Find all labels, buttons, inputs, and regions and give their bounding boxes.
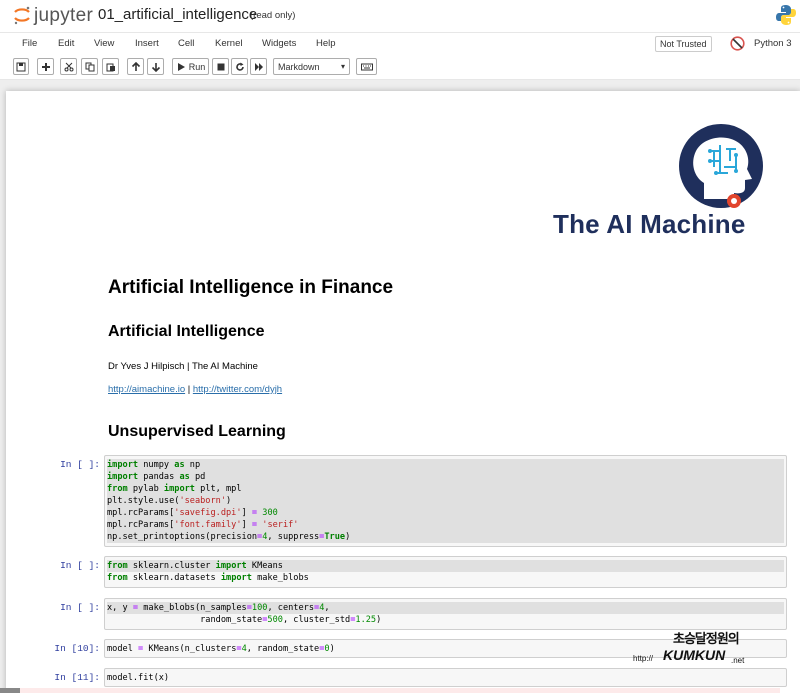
- watermark-title: 초승달정원의: [673, 631, 740, 646]
- command-palette-button[interactable]: [356, 58, 377, 75]
- cell-prompt: In [ ]:: [60, 459, 100, 470]
- code-line: mpl.rcParams['savefig.dpi'] = 300: [107, 507, 784, 519]
- header-bar: jupyter 01_artificial_intelligence (read…: [0, 0, 800, 32]
- author-line: Dr Yves J Hilpisch | The AI Machine: [108, 361, 258, 372]
- output-area-edge: [20, 688, 780, 693]
- code-line: from pylab import plt, mpl: [107, 483, 784, 495]
- restart-button[interactable]: [231, 58, 248, 75]
- copy-button[interactable]: [81, 58, 98, 75]
- menu-help[interactable]: Help: [316, 38, 336, 49]
- code-editor[interactable]: from sklearn.cluster import KMeans from …: [104, 556, 787, 588]
- notebook-subtitle: Artificial Intelligence: [108, 323, 265, 340]
- code-line: random_state=500, cluster_std=1.25): [107, 615, 382, 625]
- code-line: plt.style.use('seaborn'): [107, 495, 784, 507]
- cell-prompt: In [ ]:: [60, 560, 100, 571]
- menu-cell[interactable]: Cell: [178, 38, 194, 49]
- keyboard-icon: [360, 63, 373, 70]
- scrollbar[interactable]: [0, 688, 20, 693]
- run-button[interactable]: Run: [172, 58, 209, 75]
- watermark-tld: .net: [731, 656, 745, 665]
- run-label: Run: [188, 61, 206, 72]
- code-line: mpl.rcParams['font.family'] = 'serif': [107, 519, 784, 531]
- link-separator: |: [185, 384, 193, 395]
- toolbar: Run Markdown ▾: [0, 54, 800, 80]
- arrow-up-icon: [131, 61, 140, 71]
- kernel-status-icon[interactable]: [730, 36, 745, 51]
- notebook-page: The AI Machine Artificial Intelligence i…: [6, 91, 800, 693]
- kernel-name[interactable]: Python 3: [754, 38, 792, 49]
- aimachine-link[interactable]: http://aimachine.io: [108, 384, 185, 395]
- code-editor[interactable]: x, y = make_blobs(n_samples=100, centers…: [104, 598, 787, 630]
- not-trusted-button[interactable]: Not Trusted: [655, 36, 712, 52]
- menu-edit[interactable]: Edit: [58, 38, 74, 49]
- save-icon: [16, 62, 26, 71]
- code-line: np.set_printoptions(precision=4, suppres…: [107, 531, 784, 543]
- menu-view[interactable]: View: [94, 38, 114, 49]
- watermark-url: http://: [633, 654, 654, 663]
- ai-head-logo-icon: [679, 124, 763, 208]
- menu-file[interactable]: File: [22, 38, 37, 49]
- cell-type-select[interactable]: Markdown ▾: [273, 58, 350, 75]
- restart-run-all-button[interactable]: [250, 58, 267, 75]
- arrow-down-icon: [151, 62, 160, 72]
- watermark-name: KUMKUN: [663, 647, 726, 663]
- copy-icon: [85, 62, 94, 71]
- fast-forward-icon: [254, 62, 263, 71]
- code-editor[interactable]: import numpy as np import pandas as pd f…: [104, 455, 787, 547]
- add-cell-button[interactable]: [37, 58, 54, 75]
- move-down-button[interactable]: [147, 58, 164, 75]
- scissors-icon: [64, 62, 73, 71]
- twitter-link[interactable]: http://twitter.com/dyjh: [193, 384, 282, 395]
- read-only-label: (read only): [250, 10, 296, 21]
- code-line: import numpy as np: [107, 459, 784, 471]
- cell-prompt: In [ ]:: [60, 602, 100, 613]
- move-up-button[interactable]: [127, 58, 144, 75]
- code-line: from sklearn.cluster import KMeans: [107, 560, 784, 572]
- paste-icon: [106, 63, 115, 71]
- menu-bar: File Edit View Insert Cell Kernel Widget…: [0, 32, 800, 54]
- interrupt-button[interactable]: [212, 58, 229, 75]
- paste-button[interactable]: [102, 58, 119, 75]
- notebook-title: Artificial Intelligence in Finance: [108, 277, 394, 298]
- cell-prompt: In [10]:: [54, 643, 100, 654]
- code-line: model.fit(x): [107, 673, 170, 683]
- cell-type-value: Markdown: [278, 62, 320, 72]
- cut-button[interactable]: [60, 58, 77, 75]
- code-line: from sklearn.datasets import make_blobs: [107, 573, 309, 583]
- refresh-icon: [235, 62, 244, 71]
- python-logo-icon: [776, 5, 796, 25]
- plus-icon: [41, 62, 50, 71]
- watermark: 초승달정원의 http:// KUMKUN .net: [633, 628, 783, 673]
- links-line: http://aimachine.io | http://twitter.com…: [108, 384, 282, 395]
- play-icon: [177, 62, 185, 71]
- jupyter-logo-text[interactable]: jupyter: [34, 5, 93, 27]
- menu-insert[interactable]: Insert: [135, 38, 159, 49]
- section-heading: Unsupervised Learning: [108, 423, 286, 440]
- brand-name: The AI Machine: [553, 209, 746, 239]
- menu-kernel[interactable]: Kernel: [215, 38, 242, 49]
- code-line: import pandas as pd: [107, 471, 784, 483]
- jupyter-logo-icon[interactable]: [12, 5, 32, 25]
- notebook-name[interactable]: 01_artificial_intelligence: [98, 6, 257, 23]
- stop-icon: [217, 63, 224, 70]
- code-line: x, y = make_blobs(n_samples=100, centers…: [107, 602, 784, 614]
- menu-widgets[interactable]: Widgets: [262, 38, 296, 49]
- save-button[interactable]: [13, 58, 29, 75]
- chevron-down-icon: ▾: [340, 62, 345, 71]
- cell-prompt: In [11]:: [54, 672, 100, 683]
